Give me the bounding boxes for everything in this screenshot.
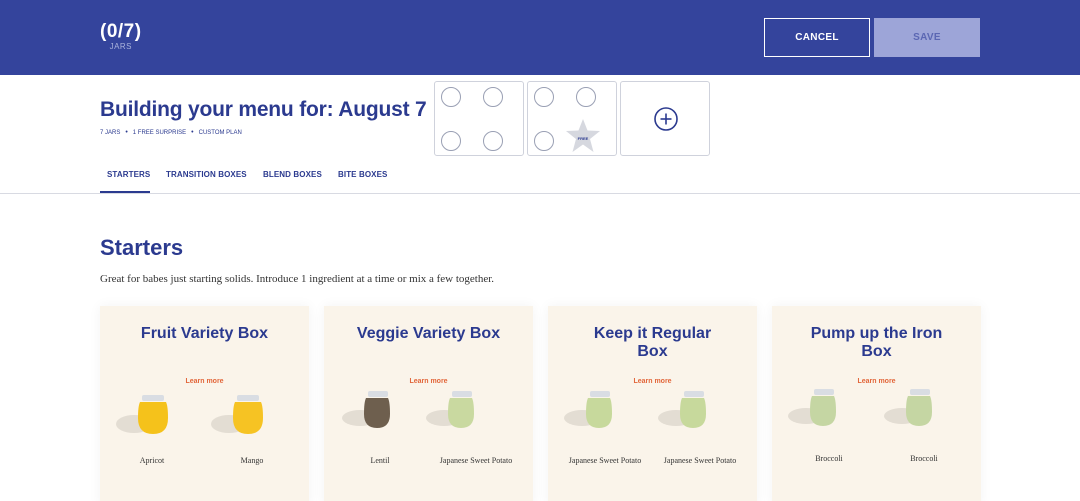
active-tab-indicator: [100, 191, 150, 193]
jar-icon: [342, 391, 390, 428]
empty-jar-slot: [483, 131, 503, 151]
learn-more-link[interactable]: Learn more: [548, 378, 757, 385]
jar-label: Broccoli: [910, 454, 938, 463]
jar-label: Mango: [240, 456, 264, 465]
product-card-keep-it-regular[interactable]: Keep it Regular Box Learn more Japanese …: [548, 306, 757, 501]
tab-bite-boxes[interactable]: BITE BOXES: [338, 170, 387, 179]
separator-dot: •: [191, 129, 194, 136]
tab-blend-boxes[interactable]: BLEND BOXES: [263, 170, 322, 179]
jar-count-value: (0/7): [100, 21, 142, 42]
plus-circle-icon: [654, 107, 678, 131]
empty-jar-slot: [441, 87, 461, 107]
card-title: Veggie Variety Box: [356, 325, 501, 342]
plan-type: CUSTOM PLAN: [198, 129, 242, 136]
card-title: Keep it Regular Box: [593, 325, 712, 360]
category-tabs: STARTERS TRANSITION BOXES BLEND BOXES BI…: [0, 160, 1080, 194]
jar-box-1[interactable]: [434, 81, 524, 156]
card-title: Fruit Variety Box: [140, 325, 269, 342]
jar-label: Broccoli: [815, 454, 843, 463]
free-star-icon: FREE: [566, 119, 600, 152]
jar-icon: [884, 389, 932, 426]
page-title: Building your menu for: August 7: [100, 98, 427, 121]
plan-jars: 7 JARS: [100, 129, 121, 136]
empty-jar-slot: [483, 87, 503, 107]
jar-label: Lentil: [370, 456, 390, 465]
empty-jar-slot: [576, 87, 596, 107]
save-button[interactable]: SAVE: [874, 18, 980, 57]
jar-counter: (0/7) JARS: [100, 22, 142, 51]
jar-icon: [116, 395, 168, 434]
jar-icon: [564, 391, 612, 428]
plan-meta: 7 JARS • 1 FREE SURPRISE • CUSTOM PLAN: [100, 129, 242, 136]
product-card-pump-up-the-iron[interactable]: Pump up the Iron Box Learn more Broccoli…: [772, 306, 981, 501]
empty-jar-slot: [441, 131, 461, 151]
section-title: Starters: [100, 235, 184, 260]
cancel-button[interactable]: CANCEL: [764, 18, 870, 57]
tab-transition-boxes[interactable]: TRANSITION BOXES: [166, 170, 247, 179]
jar-label: Japanese Sweet Potato: [439, 456, 513, 465]
jar-label: Apricot: [139, 456, 165, 465]
jar-box-2[interactable]: FREE: [527, 81, 617, 156]
empty-jar-slot: [534, 87, 554, 107]
product-card-veggie-variety[interactable]: Veggie Variety Box Learn more Lentil Jap…: [324, 306, 533, 501]
jar-icon: [658, 391, 706, 428]
learn-more-link[interactable]: Learn more: [324, 378, 533, 385]
product-card-fruit-variety[interactable]: Fruit Variety Box Learn more Apricot Man…: [100, 306, 309, 501]
separator-dot: •: [125, 129, 128, 136]
jar-count-label: JARS: [109, 42, 133, 51]
jar-icon: [426, 391, 474, 428]
jar-icon: [788, 389, 836, 426]
jar-icon: [211, 395, 263, 434]
plan-surprise: 1 FREE SURPRISE: [132, 129, 187, 136]
card-title: Pump up the Iron Box: [810, 325, 943, 360]
free-label: FREE: [578, 136, 589, 141]
learn-more-link[interactable]: Learn more: [100, 378, 309, 385]
empty-jar-slot: [534, 131, 554, 151]
top-bar: (0/7) JARS CANCEL SAVE: [0, 0, 1080, 75]
add-box-button[interactable]: [620, 81, 710, 156]
jar-label: Japanese Sweet Potato: [568, 456, 642, 465]
tab-starters[interactable]: STARTERS: [107, 170, 150, 179]
jar-label: Japanese Sweet Potato: [663, 456, 737, 465]
section-description: Great for babes just starting solids. In…: [100, 273, 495, 285]
